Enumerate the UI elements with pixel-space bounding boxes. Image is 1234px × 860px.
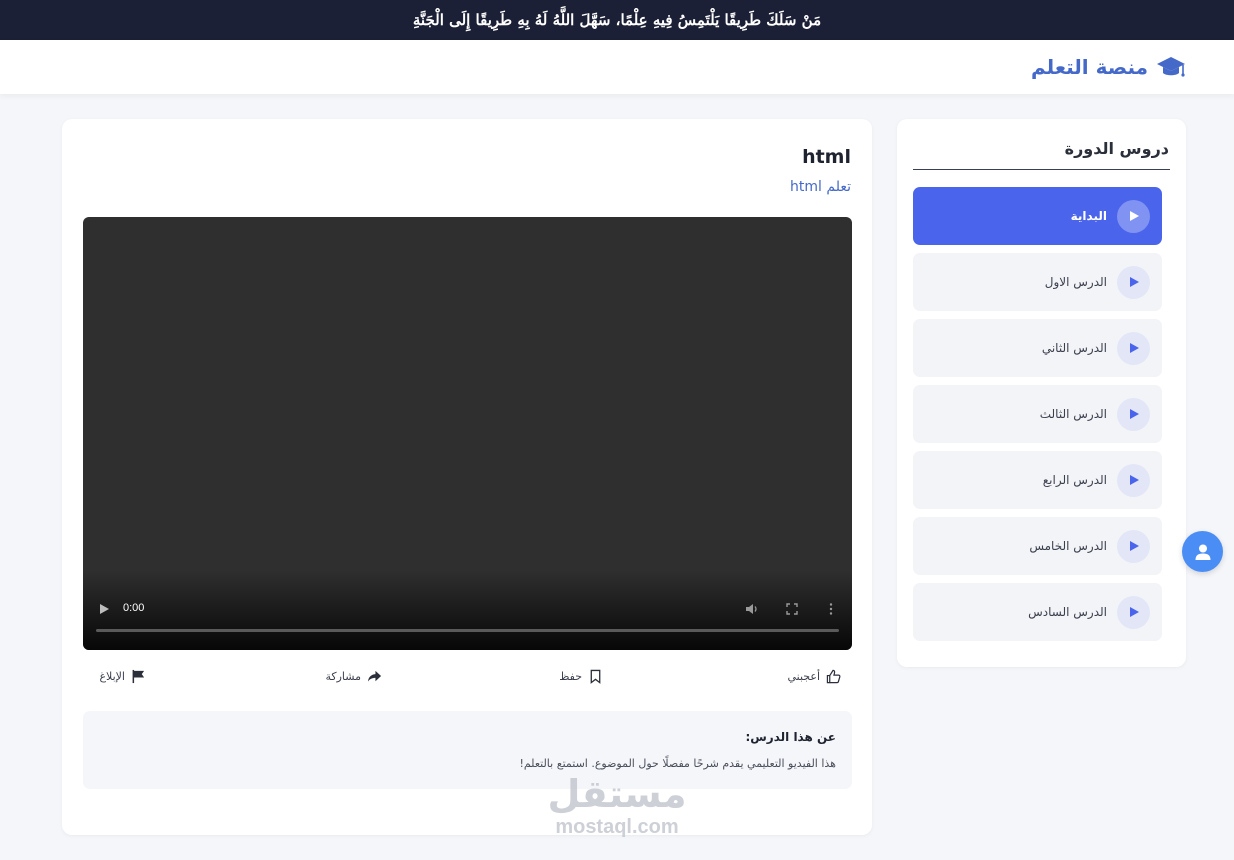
video-actions: أعجبني حفظ مشاركة الإبلاغ (83, 667, 852, 691)
thumbs-up-icon (826, 669, 841, 684)
more-options-icon[interactable] (824, 602, 838, 616)
save-label: حفظ (559, 670, 582, 683)
about-text: هذا الفيديو التعليمي يقدم شرحًا مفصلًا ح… (519, 757, 836, 770)
lesson-item-4[interactable]: الدرس الرابع (913, 451, 1162, 509)
watermark-arabic: مستقل (547, 772, 687, 816)
like-label: أعجبني (787, 670, 820, 683)
video-controls-gradient (83, 570, 852, 650)
fullscreen-icon[interactable] (785, 602, 799, 616)
lesson-label: الدرس الخامس (1029, 539, 1107, 553)
brand-logo[interactable]: منصة التعلم (1031, 53, 1186, 81)
lesson-content-panel: html تعلم html 0:00 أعجبني حفظ مشاركة ال… (62, 119, 872, 835)
save-button[interactable]: حفظ (559, 669, 603, 684)
banner-text: مَنْ سَلَكَ طَرِيقًا يَلْتَمِسُ فِيهِ عِ… (412, 11, 822, 29)
video-time: 0:00 (123, 602, 145, 614)
about-title: عن هذا الدرس: (745, 730, 836, 744)
play-icon (1117, 199, 1150, 233)
user-profile-button[interactable] (1182, 531, 1223, 572)
brand-name: منصة التعلم (1030, 55, 1148, 79)
course-lessons-panel: دروس الدورة البداية الدرس الاول الدرس ال… (897, 119, 1186, 667)
share-icon (367, 670, 382, 682)
lesson-item-5[interactable]: الدرس الخامس (913, 517, 1162, 575)
lesson-item-start[interactable]: البداية (913, 187, 1162, 245)
user-icon (1195, 544, 1210, 560)
like-button[interactable]: أعجبني (787, 669, 841, 684)
lesson-label: الدرس الرابع (1042, 473, 1107, 487)
report-label: الإبلاغ (99, 670, 125, 683)
watermark: مستقل mostaql.com (541, 772, 693, 838)
volume-icon[interactable] (745, 602, 759, 616)
lesson-item-2[interactable]: الدرس الثاني (913, 319, 1162, 377)
sidebar-divider (913, 169, 1170, 170)
share-label: مشاركة (325, 670, 361, 683)
video-progress-bar[interactable] (96, 629, 839, 632)
lesson-label: البداية (1070, 209, 1107, 223)
lesson-label: الدرس الثاني (1041, 341, 1107, 355)
site-header: منصة التعلم (0, 40, 1234, 94)
graduation-cap-icon (1157, 57, 1185, 77)
bookmark-icon (590, 669, 601, 684)
lesson-about-box: عن هذا الدرس: هذا الفيديو التعليمي يقدم … (83, 711, 852, 789)
sidebar-title: دروس الدورة (1064, 139, 1169, 158)
play-icon (1117, 265, 1150, 299)
lesson-item-1[interactable]: الدرس الاول (913, 253, 1162, 311)
lesson-title: html (802, 146, 851, 168)
play-icon (1117, 595, 1150, 629)
play-icon (1117, 331, 1150, 365)
play-icon (1117, 529, 1150, 563)
lesson-label: الدرس الاول (1044, 275, 1107, 289)
flag-icon (132, 669, 145, 684)
lesson-label: الدرس الثالث (1039, 407, 1107, 421)
lesson-subtitle: تعلم html (790, 179, 851, 195)
lesson-label: الدرس السادس (1028, 605, 1107, 619)
play-icon (1117, 397, 1150, 431)
play-icon (1117, 463, 1150, 497)
video-play-icon[interactable] (99, 604, 109, 614)
lesson-item-6[interactable]: الدرس السادس (913, 583, 1162, 641)
video-player[interactable]: 0:00 (83, 217, 852, 650)
top-banner: مَنْ سَلَكَ طَرِيقًا يَلْتَمِسُ فِيهِ عِ… (0, 0, 1234, 40)
share-button[interactable]: مشاركة (325, 669, 382, 684)
watermark-latin: mostaql.com (555, 816, 679, 838)
report-button[interactable]: الإبلاغ (99, 669, 146, 684)
lesson-item-3[interactable]: الدرس الثالث (913, 385, 1162, 443)
